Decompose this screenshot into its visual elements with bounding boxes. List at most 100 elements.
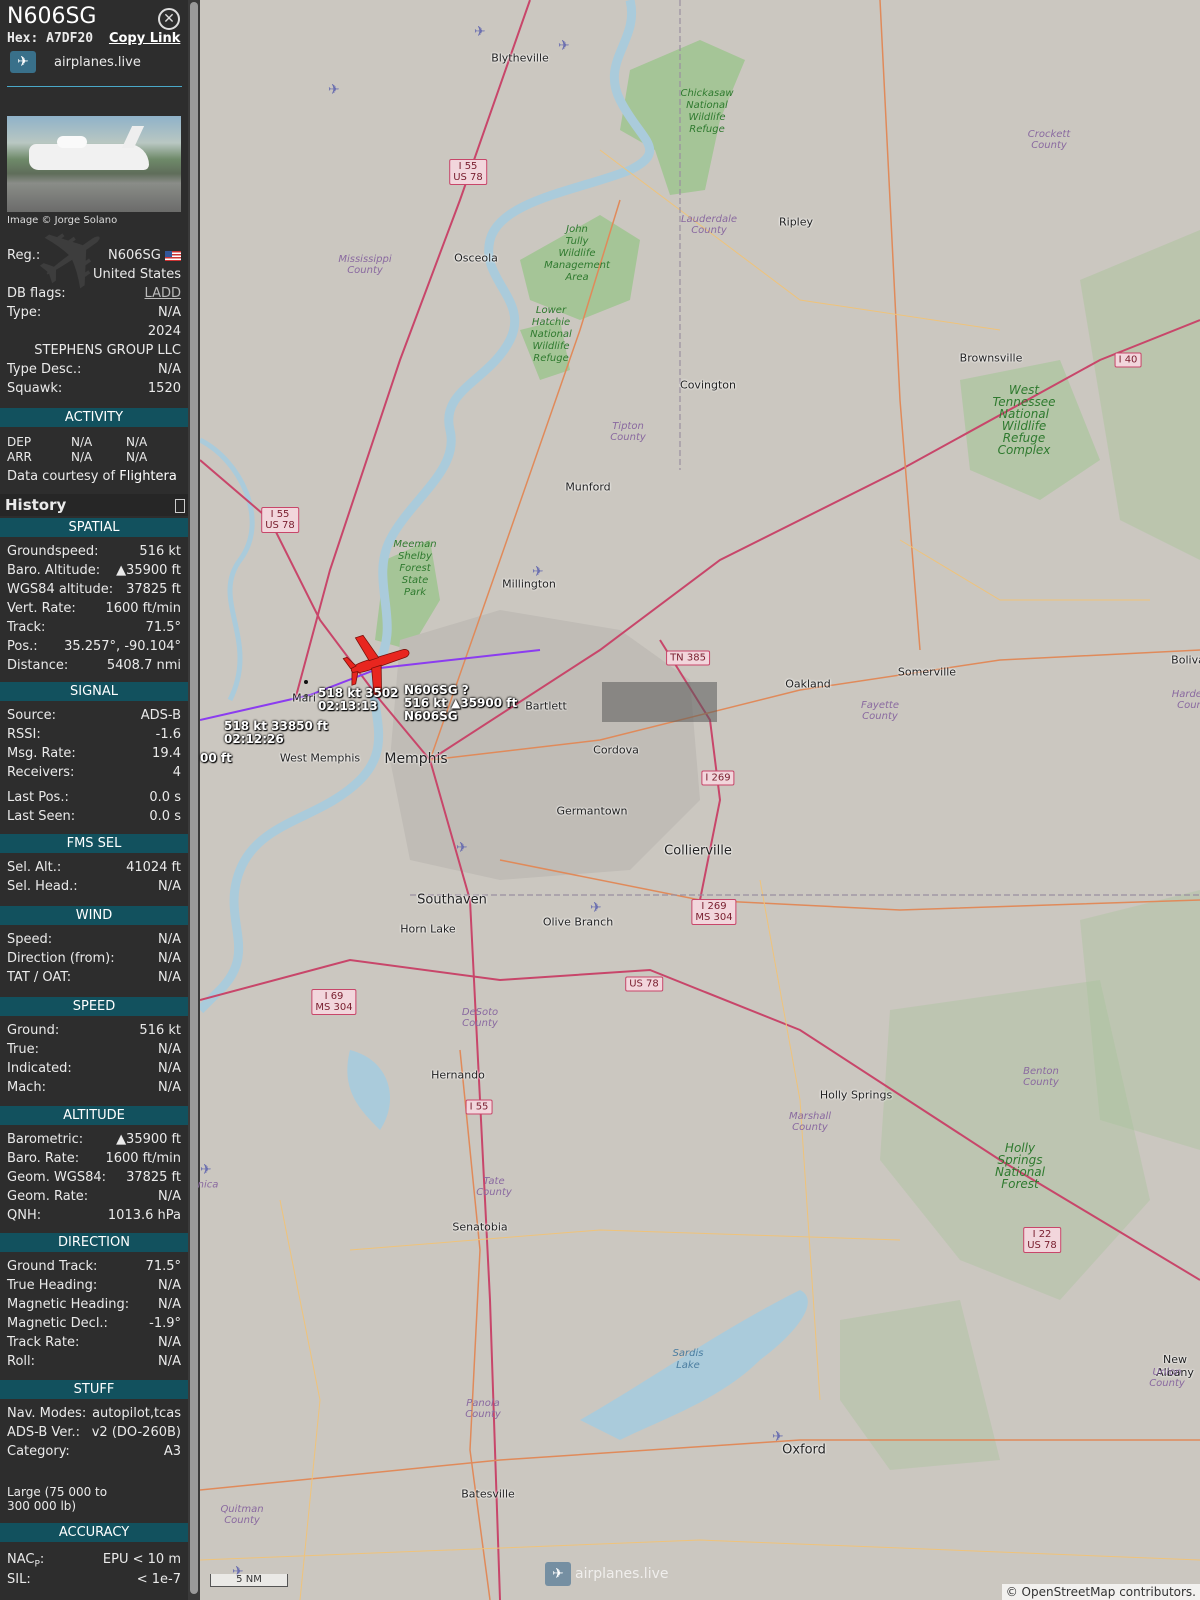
courtesy-text: Data courtesy of — [7, 469, 116, 484]
wind-label: Speed: — [7, 932, 53, 947]
history-toggle[interactable]: History — [0, 494, 188, 516]
history-toggle-icon[interactable] — [175, 499, 185, 513]
place-label-southaven: Southaven — [417, 892, 487, 908]
aircraft-label-reg: N606SG — [404, 709, 458, 723]
close-icon[interactable]: ✕ — [158, 8, 180, 30]
data-courtesy: Data courtesy of Flightera — [7, 469, 177, 484]
aircraft-label-bg — [602, 682, 717, 722]
svg-text:✈: ✈ — [456, 840, 468, 856]
place-label-cordova: Cordova — [593, 743, 639, 757]
track-label-2: 518 kt 33850 ft 02:12:26 — [224, 720, 328, 746]
scrollbar-thumb[interactable] — [190, 2, 198, 1594]
county-label-fayette: Fayette County — [861, 700, 899, 722]
spatial-value: 1600 ft/min — [105, 601, 181, 616]
altitude-label: Geom. Rate: — [7, 1189, 89, 1204]
place-label-munford: Munford — [565, 480, 611, 494]
direction-value: 71.5° — [145, 1259, 181, 1274]
dep-label: DEP — [7, 435, 32, 449]
category-description: 300 000 lb) — [7, 1499, 77, 1513]
direction-value: -1.9° — [149, 1316, 181, 1331]
speed-label: True: — [7, 1042, 39, 1057]
speed-value: 516 kt — [139, 1023, 181, 1038]
spatial-value: 516 kt — [139, 544, 181, 559]
country: United States — [92, 267, 181, 282]
altitude-label: Baro. Rate: — [7, 1151, 80, 1166]
signal-row: RSSI: -1.6 — [7, 727, 181, 742]
typedesc-row: Type Desc.: N/A — [7, 362, 181, 377]
callsign-title: N606SG — [7, 4, 97, 29]
county-label-crockett: Crockett County — [1027, 129, 1071, 151]
speed-label: Indicated: — [7, 1061, 72, 1076]
squawk-row: Squawk: 1520 — [7, 381, 181, 396]
road-shield-i40: I 40 — [1114, 352, 1142, 368]
place-label-germantown: Germantown — [556, 804, 628, 818]
section-altitude: ALTITUDE — [0, 1106, 188, 1125]
county-label-tipton: Tipton County — [610, 421, 646, 443]
type-label: Type: — [7, 305, 42, 320]
signal-label: Last Pos.: — [7, 790, 69, 805]
place-label-ripley: Ripley — [778, 215, 814, 229]
county-label-lauderdale: Lauderdale County — [680, 214, 738, 236]
county-label-quitman: Quitman County — [220, 1504, 264, 1526]
place-label-collierville: Collierville — [664, 843, 732, 859]
map-attribution[interactable]: © OpenStreetMap contributors. — [1001, 1584, 1200, 1600]
source-row[interactable]: ✈ airplanes.live — [10, 51, 141, 73]
section-stuff: STUFF — [0, 1380, 188, 1399]
source-name[interactable]: airplanes.live — [54, 55, 141, 70]
provider-link[interactable]: Flightera — [119, 469, 177, 484]
place-label-covington: Covington — [680, 378, 736, 392]
direction-label: Magnetic Decl.: — [7, 1316, 108, 1331]
direction-label: True Heading: — [7, 1278, 98, 1293]
fms-value: N/A — [158, 879, 181, 894]
altitude-row: Barometric: ▲35900 ft — [7, 1132, 181, 1147]
stuff-value: A3 — [163, 1444, 181, 1459]
place-label-somerville: Somerville — [897, 665, 957, 679]
year: 2024 — [147, 324, 181, 339]
park-label-meeman: Meeman Shelby Forest State Park — [393, 539, 437, 598]
road-shield-i22: I 22 US 78 — [1023, 1227, 1061, 1253]
altitude-value: 1013.6 hPa — [107, 1208, 181, 1223]
county-label-tate: Tate County — [476, 1176, 512, 1198]
place-label-batesville: Batesville — [461, 1487, 515, 1501]
spatial-row: Distance: 5408.7 nmi — [7, 658, 181, 673]
squawk-value: 1520 — [147, 381, 181, 396]
direction-label: Ground Track: — [7, 1259, 98, 1274]
svg-text:✈: ✈ — [590, 900, 602, 916]
copy-link-button[interactable]: Copy Link — [109, 31, 180, 46]
nacp-label-colon: : — [39, 1552, 45, 1567]
reg-row: Reg.: N606SG — [7, 248, 181, 263]
aircraft-photo[interactable] — [7, 116, 181, 212]
place-label-olive_branch: Olive Branch — [542, 915, 614, 929]
speed-value: N/A — [158, 1061, 181, 1076]
svg-text:✈: ✈ — [474, 24, 486, 40]
us-flag-icon — [165, 250, 181, 261]
divider — [7, 86, 182, 87]
place-label-oakland: Oakland — [785, 677, 831, 691]
sidebar-scrollbar[interactable] — [188, 0, 200, 1600]
direction-value: N/A — [158, 1335, 181, 1350]
county-label-crittenden: nica — [197, 1179, 219, 1191]
signal-label: Receivers: — [7, 765, 75, 780]
squawk-label: Squawk: — [7, 381, 63, 396]
place-label-bartlett: Bartlett — [525, 699, 567, 713]
hex-label: Hex: — [7, 31, 39, 46]
spatial-row: Baro. Altitude: ▲35900 ft — [7, 563, 181, 578]
spatial-label: Track: — [7, 620, 46, 635]
aircraft-label[interactable]: N606SG ? 516 kt ▲35900 ft N606SG — [404, 684, 517, 723]
county-label-marshall: Marshall County — [788, 1111, 832, 1133]
photo-credit: Image © Jorge Solano — [7, 215, 118, 226]
signal-label: Last Seen: — [7, 809, 76, 824]
spatial-value: 71.5° — [145, 620, 181, 635]
wind-value: N/A — [158, 951, 181, 966]
signal-value: 0.0 s — [149, 809, 181, 824]
spatial-row: WGS84 altitude: 37825 ft — [7, 582, 181, 597]
spatial-label: Pos.: — [7, 639, 38, 654]
arr-airport: N/A — [126, 450, 148, 464]
sil-row: SIL: < 1e-7 — [7, 1572, 181, 1587]
dbflags-link[interactable]: LADD — [145, 286, 181, 301]
svg-text:✈: ✈ — [558, 38, 570, 54]
direction-row: Track Rate: N/A — [7, 1335, 181, 1350]
nacp-label-text: NAC — [7, 1552, 35, 1567]
altitude-row: Geom. WGS84: 37825 ft — [7, 1170, 181, 1185]
county-label-hardeman: Harden Coun — [1171, 689, 1200, 711]
